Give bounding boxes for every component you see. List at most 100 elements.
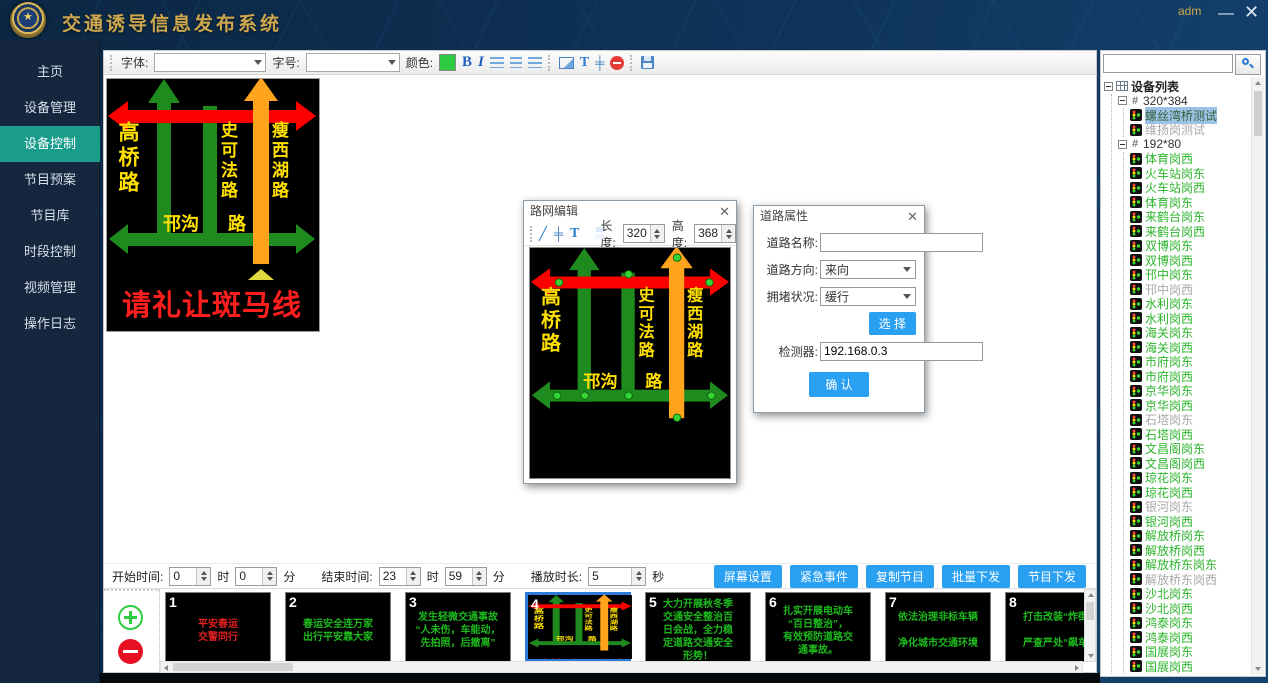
program-thumbnail[interactable]: 8打击改装“炸街” 严查严处“飙车” bbox=[1005, 592, 1090, 662]
program-thumbnail[interactable]: 6扎实开展电动车“百日整治”，有效预防道路交通事故。 bbox=[765, 592, 871, 662]
edit-handle[interactable] bbox=[553, 392, 562, 400]
sidebar-item[interactable]: 设备管理 bbox=[0, 90, 100, 126]
sidebar-item[interactable]: 设备控制 bbox=[0, 126, 100, 162]
road-tool-icon[interactable]: ╪ bbox=[595, 55, 604, 70]
device-search-input[interactable] bbox=[1103, 54, 1233, 73]
scroll-down-icon[interactable] bbox=[1088, 654, 1094, 658]
sidebar-item[interactable]: 视频管理 bbox=[0, 270, 100, 306]
scroll-up-icon[interactable] bbox=[1088, 593, 1094, 597]
edit-handle[interactable] bbox=[673, 254, 682, 262]
align-left-icon[interactable] bbox=[490, 57, 504, 68]
close-button[interactable]: ✕ bbox=[1244, 0, 1259, 24]
action-button[interactable]: 屏幕设置 bbox=[714, 565, 782, 588]
sidebar-item[interactable]: 主页 bbox=[0, 54, 100, 90]
save-icon[interactable] bbox=[641, 56, 654, 69]
italic-button[interactable]: I bbox=[478, 54, 484, 71]
tree-scrollbar[interactable] bbox=[1251, 77, 1264, 675]
size-select[interactable] bbox=[306, 53, 400, 72]
collapse-icon[interactable] bbox=[1118, 96, 1127, 105]
congestion-select[interactable]: 缓行 bbox=[820, 287, 916, 306]
edit-handle[interactable] bbox=[555, 278, 564, 286]
edit-handle[interactable] bbox=[624, 392, 633, 400]
dialog-titlebar[interactable]: 道路属性 ✕ bbox=[754, 206, 924, 227]
insert-image-icon[interactable] bbox=[559, 57, 574, 69]
duration-spinner[interactable]: 5 bbox=[588, 567, 646, 586]
green-left-arrowhead bbox=[529, 639, 538, 648]
strip-horizontal-scrollbar[interactable] bbox=[160, 661, 1083, 673]
align-center-icon[interactable] bbox=[510, 57, 522, 68]
strip-vertical-scrollbar[interactable] bbox=[1084, 589, 1096, 662]
delete-icon[interactable] bbox=[610, 56, 624, 70]
device-tree-root[interactable]: 设备列表 bbox=[1104, 79, 1252, 94]
align-right-icon[interactable] bbox=[528, 57, 542, 68]
thumbnail-number: 5 bbox=[649, 594, 657, 610]
scroll-left-icon[interactable] bbox=[164, 665, 168, 671]
program-thumbnail[interactable]: 2春运安全连万家出行平安靠大家 bbox=[285, 592, 391, 662]
collapse-icon[interactable] bbox=[1118, 140, 1127, 149]
action-button[interactable]: 紧急事件 bbox=[790, 565, 858, 588]
scrollbar-thumb[interactable] bbox=[173, 663, 293, 671]
device-tree-item[interactable]: 国展岗西 bbox=[1124, 659, 1252, 674]
start-hour-spinner[interactable]: 0 bbox=[169, 567, 211, 586]
program-thumbnail[interactable]: 4 高桥路 史可法路 瘦西湖路 邗沟 路 请礼让斑马线 bbox=[525, 592, 631, 662]
road-tool-icon[interactable]: ╪ bbox=[554, 226, 563, 241]
action-button[interactable]: 节目下发 bbox=[1018, 565, 1086, 588]
editor-canvas[interactable]: 高桥路 史可法路 瘦西湖路 邗沟 路 请礼让斑马线 bbox=[529, 247, 731, 479]
action-button[interactable]: 批量下发 bbox=[942, 565, 1010, 588]
road-name-input[interactable] bbox=[820, 233, 983, 252]
font-select[interactable] bbox=[154, 53, 266, 72]
collapse-icon[interactable] bbox=[1104, 82, 1113, 91]
device-group-items: 体育岗西火车站岗东火车站岗西体育岗东来鹤台岗东来鹤台岗西双博岗东双博岗西邗中岗东… bbox=[1123, 152, 1252, 674]
edit-handle[interactable] bbox=[673, 414, 682, 422]
text-tool-icon[interactable]: T bbox=[570, 226, 579, 242]
traffic-signal-icon bbox=[1130, 443, 1142, 455]
action-button[interactable]: 复制节目 bbox=[866, 565, 934, 588]
start-minute-spinner[interactable]: 0 bbox=[235, 567, 277, 586]
device-tree-item[interactable]: 维扬岗测试 bbox=[1124, 123, 1252, 138]
bold-button[interactable]: B bbox=[462, 54, 472, 71]
add-program-button[interactable] bbox=[118, 605, 143, 630]
text-tool-icon[interactable]: T bbox=[580, 55, 589, 71]
bottom-edge-strip bbox=[100, 673, 1100, 683]
detector-input[interactable] bbox=[820, 342, 983, 361]
remove-program-button[interactable] bbox=[118, 639, 143, 664]
val: 59 bbox=[446, 568, 472, 585]
thumbnail-text-line: “人未伤，车能动， bbox=[406, 625, 510, 637]
program-thumbnail[interactable]: 7依法治理非标车辆 净化城市交通环境 bbox=[885, 592, 991, 662]
color-label: 颜色: bbox=[406, 54, 433, 71]
search-button[interactable] bbox=[1235, 54, 1261, 75]
sidebar-item[interactable]: 操作日志 bbox=[0, 306, 100, 342]
edit-handle[interactable] bbox=[707, 392, 716, 400]
scrollbar-thumb[interactable] bbox=[1086, 602, 1094, 620]
color-swatch[interactable] bbox=[439, 54, 456, 71]
sign-canvas[interactable]: 高桥路 史可法路 瘦西湖路 邗沟 路 请礼让斑马线 bbox=[106, 78, 320, 332]
dialog-titlebar[interactable]: 路网编辑 ✕ bbox=[524, 201, 736, 222]
sidebar-item[interactable]: 节目库 bbox=[0, 198, 100, 234]
end-minute-spinner[interactable]: 59 bbox=[445, 567, 487, 586]
scroll-up-icon[interactable] bbox=[1255, 81, 1261, 85]
road-label-right: 瘦西湖路 bbox=[683, 287, 702, 361]
program-thumbnail[interactable]: 5大力开展秋冬季交通安全整治百日会战，全力稳定道路交通安全形势！ bbox=[645, 592, 751, 662]
close-icon[interactable]: ✕ bbox=[907, 206, 918, 227]
program-thumbnail[interactable]: 1平安春运交警同行 bbox=[165, 592, 271, 662]
sidebar-item[interactable]: 节目预案 bbox=[0, 162, 100, 198]
close-icon[interactable]: ✕ bbox=[719, 201, 730, 222]
orange-up-arrowhead bbox=[596, 595, 613, 602]
program-thumbnail[interactable]: 3发生轻微交通事故“人未伤，车能动，先拍照，后撤离” bbox=[405, 592, 511, 662]
sidebar-item[interactable]: 时段控制 bbox=[0, 234, 100, 270]
road-direction-select[interactable]: 来向 bbox=[820, 260, 916, 279]
road-label-right: 瘦西湖路 bbox=[268, 121, 288, 201]
confirm-button[interactable]: 确 认 bbox=[809, 372, 868, 397]
minimize-button[interactable]: — bbox=[1218, 2, 1234, 26]
edit-handle[interactable] bbox=[624, 270, 633, 278]
edit-handle[interactable] bbox=[705, 278, 714, 286]
end-hour-spinner[interactable]: 23 bbox=[379, 567, 421, 586]
height-spinner[interactable]: 368 bbox=[694, 224, 736, 243]
length-spinner[interactable]: 320 bbox=[623, 224, 665, 243]
draw-line-icon[interactable]: ╱ bbox=[539, 226, 547, 242]
scroll-down-icon[interactable] bbox=[1255, 667, 1261, 671]
edit-handle[interactable] bbox=[580, 392, 589, 400]
scroll-right-icon[interactable] bbox=[1075, 665, 1079, 671]
scrollbar-thumb[interactable] bbox=[1254, 91, 1262, 136]
select-detector-button[interactable]: 选 择 bbox=[869, 312, 916, 335]
